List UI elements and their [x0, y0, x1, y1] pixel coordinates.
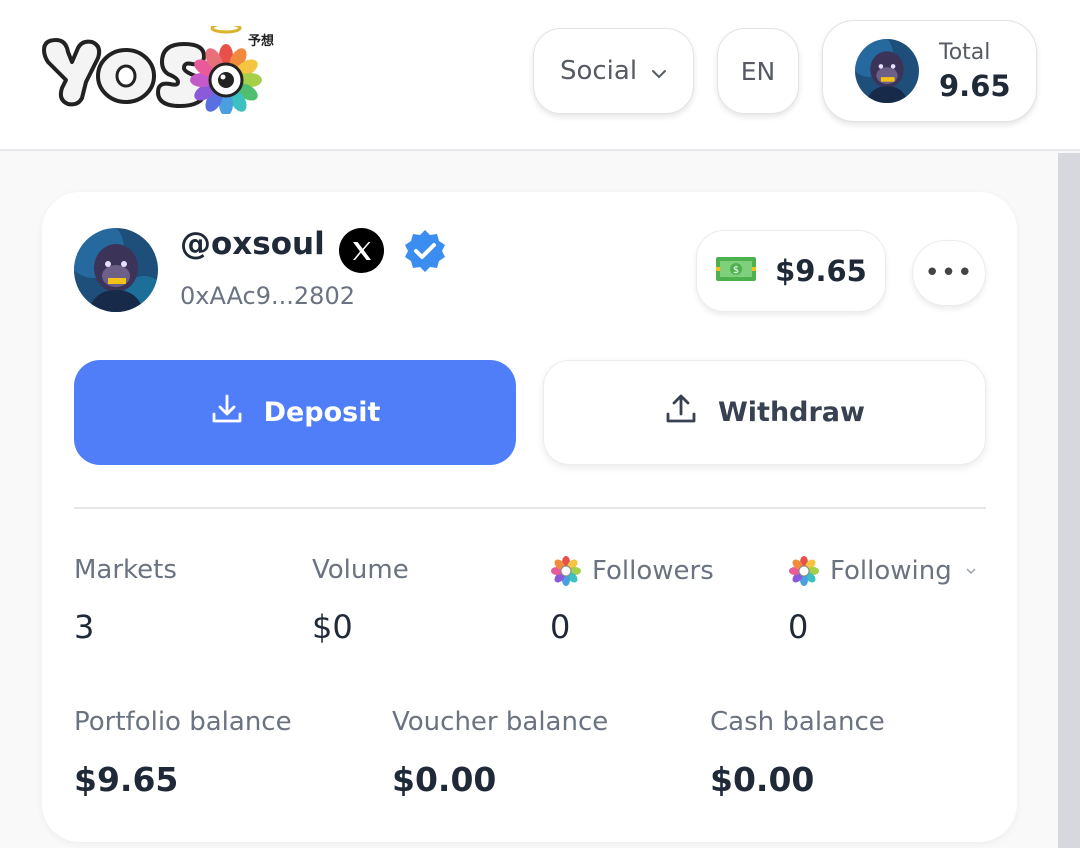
flower-icon: [788, 555, 820, 587]
stat-following-label[interactable]: Following: [788, 555, 976, 587]
language-label: EN: [740, 56, 776, 86]
total-label: Total: [939, 39, 991, 65]
language-button[interactable]: EN: [717, 28, 799, 114]
stat-label-text: Following: [830, 556, 952, 586]
portfolio-balance-value: $9.65: [74, 760, 179, 799]
cash-amount: $9.65: [775, 254, 867, 288]
total-value: 9.65: [939, 68, 1011, 103]
stat-volume-value: $0: [312, 608, 353, 646]
withdraw-button[interactable]: Withdraw: [543, 360, 986, 465]
category-select[interactable]: Social: [533, 28, 694, 114]
deposit-button[interactable]: Deposit: [74, 360, 516, 465]
verified-badge-icon: [402, 228, 448, 274]
flower-icon: [550, 555, 582, 587]
stat-label-text: Markets: [74, 555, 177, 585]
profile-avatar[interactable]: [74, 228, 158, 312]
portfolio-balance-label: Portfolio balance: [74, 707, 292, 737]
deposit-label: Deposit: [263, 397, 381, 428]
total-balance-button[interactable]: Total 9.65: [822, 20, 1037, 122]
voucher-balance-value: $0.00: [392, 760, 497, 799]
balance-label-text: Cash balance: [710, 707, 885, 737]
cash-balance-value: $0.00: [710, 760, 815, 799]
upload-icon: [664, 392, 698, 433]
chevron-down-icon: [966, 563, 976, 579]
money-icon: $: [715, 255, 757, 287]
top-header: 予想 Social EN Total 9.65: [0, 0, 1080, 151]
withdraw-label: Withdraw: [718, 397, 865, 428]
balance-label-text: Portfolio balance: [74, 707, 292, 737]
stat-label-text: Followers: [592, 556, 714, 586]
category-select-label: Social: [559, 56, 638, 86]
chevron-down-icon: [651, 56, 667, 86]
svg-text:$: $: [733, 265, 739, 276]
logo-subtitle: 予想: [248, 34, 275, 49]
stat-followers-label[interactable]: Followers: [550, 555, 714, 587]
divider: [74, 507, 986, 509]
cash-balance-label: Cash balance: [710, 707, 885, 737]
stat-label-text: Volume: [312, 555, 409, 585]
voucher-balance-label: Voucher balance: [392, 707, 608, 737]
more-button[interactable]: •••: [912, 240, 986, 306]
balance-label-text: Voucher balance: [392, 707, 609, 737]
stat-volume-label: Volume: [312, 555, 409, 585]
scrollbar[interactable]: [1058, 153, 1080, 848]
x-logo-icon[interactable]: [339, 228, 384, 273]
cash-amount-button[interactable]: $ $9.65: [696, 230, 886, 312]
avatar: [855, 39, 919, 103]
stat-following-value: 0: [788, 608, 809, 646]
stat-markets-value: 3: [74, 608, 95, 646]
stat-markets-label: Markets: [74, 555, 177, 585]
more-icon: •••: [924, 258, 974, 288]
stat-followers-value: 0: [550, 608, 571, 646]
username: @oxsoul: [180, 226, 325, 262]
wallet-address[interactable]: 0xAAc9...2802: [180, 282, 355, 310]
download-icon: [210, 392, 244, 433]
